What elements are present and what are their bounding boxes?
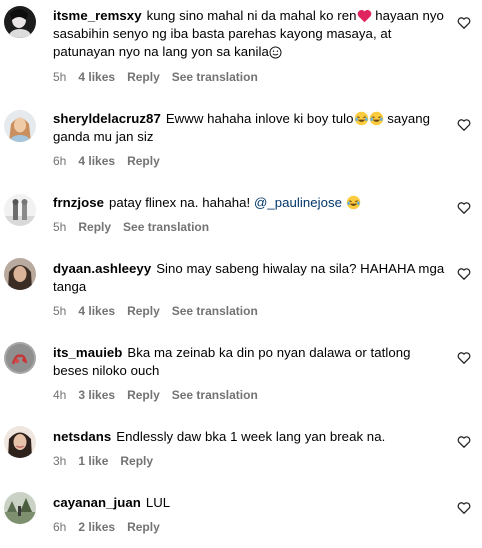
comment-meta: 6h 4 likes Reply [53,153,172,169]
see-translation-button[interactable]: See translation [172,304,258,318]
comment-meta: 5h Reply See translation [53,219,221,235]
reply-button[interactable]: Reply [127,520,160,534]
comment-text: cayanan_juan LUL [53,495,171,510]
reply-button[interactable]: Reply [127,154,160,168]
likes-count[interactable]: 2 likes [78,520,115,534]
red-heart-emoji-icon [357,9,371,23]
comment-username[interactable]: dyaan.ashleeyy [53,261,151,276]
comment-meta: 3h 1 like Reply [53,453,165,469]
like-heart-icon[interactable] [457,118,471,132]
laughing-tears-emoji-icon [346,195,361,210]
reply-button[interactable]: Reply [127,388,160,402]
smile-emoji-icon [269,46,282,59]
like-heart-icon[interactable] [457,501,471,515]
comment-username[interactable]: cayanan_juan [53,495,141,510]
comment-username[interactable]: sheryldelacruz87 [53,111,161,126]
likes-count[interactable]: 1 like [78,454,108,468]
avatar[interactable] [4,426,36,458]
laughing-tears-emoji-icon [369,111,383,126]
see-translation-button[interactable]: See translation [123,220,209,234]
likes-count[interactable]: 4 likes [78,304,115,318]
reply-button[interactable]: Reply [127,70,160,84]
likes-count[interactable]: 4 likes [78,154,115,168]
comment-time: 5h [53,220,67,234]
comment-meta: 4h 3 likes Reply See translation [53,387,270,403]
comment-text: itsme_remsxy kung sino mahal ni da mahal … [53,8,444,59]
comment-text: netsdans Endlessly daw bka 1 week lang ya… [53,429,386,444]
reply-button[interactable]: Reply [78,220,111,234]
like-heart-icon[interactable] [457,351,471,365]
comment-time: 5h [53,70,67,84]
comment-time: 5h [53,304,67,318]
comment-meta: 5h 4 likes Reply See translation [53,303,270,319]
comment-meta: 5h 4 likes Reply See translation [53,69,270,85]
like-heart-icon[interactable] [457,201,471,215]
avatar[interactable] [4,194,36,226]
see-translation-button[interactable]: See translation [172,70,258,84]
reply-button[interactable]: Reply [127,304,160,318]
likes-count[interactable]: 3 likes [78,388,115,402]
comment-time: 6h [53,520,67,534]
comment-time: 4h [53,388,67,402]
comment-text: its_mauieb Bka ma zeinab ka din po nyan d… [53,345,411,378]
comment-text: dyaan.ashleeyy Sino may sabeng hiwalay na… [53,261,445,294]
comment-meta: 6h 2 likes Reply [53,519,172,535]
like-heart-icon[interactable] [457,16,471,30]
laughing-tears-emoji-icon [354,111,368,126]
avatar[interactable] [4,258,36,290]
comment-username[interactable]: its_mauieb [53,345,122,360]
reply-button[interactable]: Reply [120,454,153,468]
avatar[interactable] [4,110,36,142]
comment-time: 6h [53,154,67,168]
comment-username[interactable]: netsdans [53,429,111,444]
mention-link[interactable]: @_paulinejose [254,195,342,210]
comment-text: frnzjose patay flinex na. hahaha! @_pauli… [53,194,445,212]
avatar[interactable] [4,6,36,38]
likes-count[interactable]: 4 likes [78,70,115,84]
see-translation-button[interactable]: See translation [172,388,258,402]
comment-username[interactable]: itsme_remsxy [53,8,142,23]
comment-time: 3h [53,454,67,468]
comment-text: sheryldelacruz87 Ewww hahaha inlove ki bo… [53,111,431,144]
avatar[interactable] [4,492,36,524]
comment-username[interactable]: frnzjose [53,195,104,210]
like-heart-icon[interactable] [457,435,471,449]
avatar[interactable] [4,342,36,374]
like-heart-icon[interactable] [457,267,471,281]
